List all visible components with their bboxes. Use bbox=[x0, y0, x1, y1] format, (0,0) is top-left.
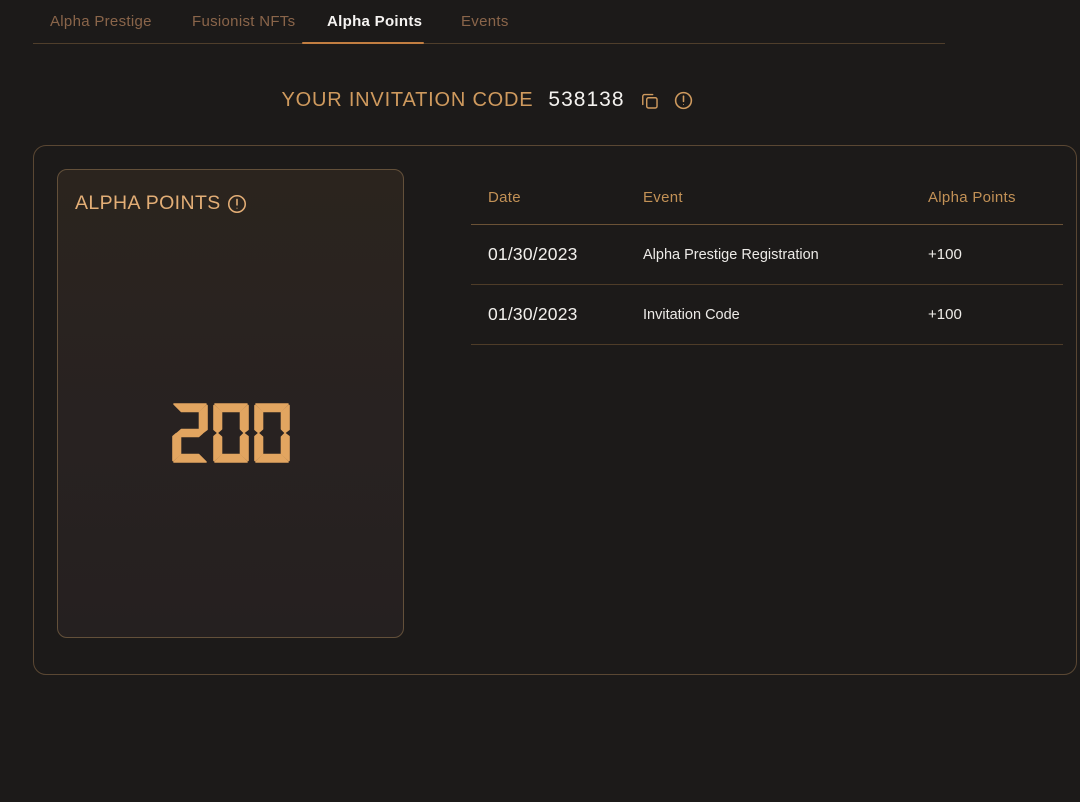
copy-icon[interactable] bbox=[640, 91, 659, 110]
header-event: Event bbox=[643, 189, 683, 206]
row-event: Invitation Code bbox=[643, 306, 740, 323]
invitation-code-section: YOUR INVITATION CODE 538138 bbox=[0, 84, 975, 116]
seven-segment-digit bbox=[171, 403, 208, 463]
points-table: Date Event Alpha Points 01/30/2023 Alpha… bbox=[471, 171, 1063, 345]
tab-alpha-points[interactable]: Alpha Points bbox=[327, 10, 422, 34]
table-header-row: Date Event Alpha Points bbox=[471, 171, 1063, 225]
nav-underline bbox=[33, 43, 945, 44]
row-date: 01/30/2023 bbox=[488, 244, 578, 264]
card-title: ALPHA POINTS bbox=[75, 192, 221, 214]
table-row: 01/30/2023 Alpha Prestige Registration +… bbox=[471, 225, 1063, 285]
info-icon[interactable] bbox=[226, 193, 248, 215]
seven-segment-digit bbox=[253, 403, 290, 463]
points-display bbox=[58, 403, 403, 463]
invitation-code-label: YOUR INVITATION CODE bbox=[281, 88, 534, 111]
tab-events[interactable]: Events bbox=[461, 10, 509, 34]
header-alpha-points: Alpha Points bbox=[928, 189, 1016, 206]
info-icon[interactable] bbox=[673, 90, 694, 111]
row-points: +100 bbox=[928, 246, 962, 263]
table-row: 01/30/2023 Invitation Code +100 bbox=[471, 285, 1063, 345]
seven-segment-digit bbox=[212, 403, 249, 463]
tab-fusionist-nfts[interactable]: Fusionist NFTs bbox=[192, 10, 295, 34]
alpha-points-card: ALPHA POINTS bbox=[57, 169, 404, 638]
row-date: 01/30/2023 bbox=[488, 304, 578, 324]
row-event: Alpha Prestige Registration bbox=[643, 246, 819, 263]
row-points: +100 bbox=[928, 306, 962, 323]
header-date: Date bbox=[488, 189, 521, 206]
tab-alpha-prestige[interactable]: Alpha Prestige bbox=[50, 10, 152, 34]
active-tab-indicator bbox=[302, 42, 424, 44]
points-panel: ALPHA POINTS Date Event Alpha Points 01/… bbox=[33, 145, 1077, 675]
invitation-code-value: 538138 bbox=[548, 88, 625, 111]
